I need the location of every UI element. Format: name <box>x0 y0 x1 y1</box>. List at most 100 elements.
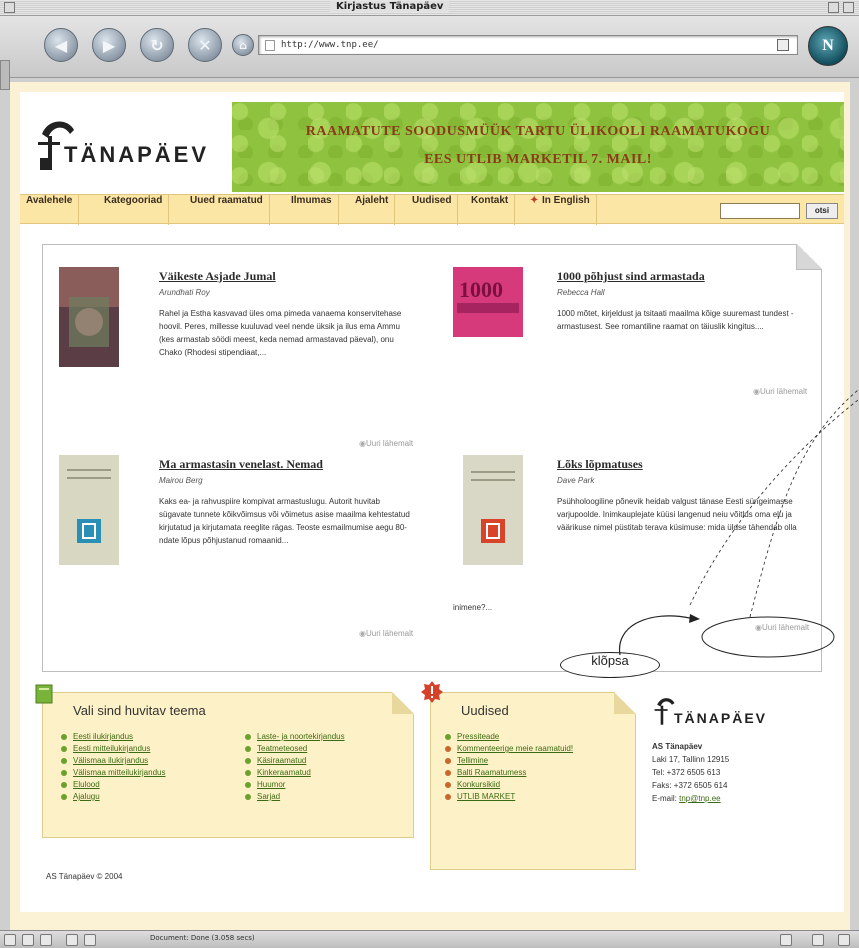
book-title-link[interactable]: Väikeste Asjade Jumal <box>159 269 414 284</box>
theme-link[interactable]: Välismaa ilukirjandus <box>61 755 165 767</box>
theme-link[interactable]: Elulood <box>61 779 165 791</box>
site-logo[interactable]: TÄNAPÄEV <box>34 112 234 182</box>
theme-link[interactable]: Välismaa mitteilukirjandus <box>61 767 165 779</box>
sidebar-tab[interactable] <box>0 60 10 90</box>
offline-icon[interactable] <box>780 934 792 946</box>
themes-title: Vali sind huvitav teema <box>73 703 206 718</box>
menu-item-ilmumas[interactable]: Ilmumas <box>285 195 339 225</box>
click-callout: klõpsa <box>560 652 660 678</box>
theme-link[interactable]: Kinkeraamatud <box>245 767 345 779</box>
alert-badge-icon <box>421 681 443 703</box>
email-link[interactable]: tnp@tnp.ee <box>679 794 720 803</box>
book-title-link[interactable]: 1000 põhjust sind armastada <box>557 269 812 284</box>
promo-banner[interactable]: RAAMATUTE SOODUSMÜÜK TARTU ÜLIKOOLI RAAM… <box>232 102 844 192</box>
menu-item-kontakt[interactable]: Kontakt <box>465 195 516 225</box>
search-button[interactable]: otsi <box>806 203 838 219</box>
bullet-icon <box>61 782 67 788</box>
collapse-window-button[interactable] <box>843 2 854 13</box>
menu-item-in-english[interactable]: ✦ In English <box>524 195 597 225</box>
english-flag-icon: ✦ <box>530 195 539 206</box>
news-link[interactable]: Pressiteade <box>445 731 615 743</box>
home-button[interactable]: ⌂ <box>232 34 254 56</box>
site-header: TÄNAPÄEV RAAMATUTE SOODUSMÜÜK TARTU ÜLIK… <box>20 92 844 192</box>
theme-link[interactable]: Käsiraamatud <box>245 755 345 767</box>
close-window-button[interactable] <box>4 2 15 13</box>
forward-arrow-icon: ▶ <box>102 35 116 55</box>
menu-item-uudised[interactable]: Uudised <box>406 195 459 225</box>
folded-corner <box>392 692 414 714</box>
news-link[interactable]: Konkursikiid <box>445 779 615 791</box>
company-name: AS Tänapäev <box>652 742 703 751</box>
theme-link[interactable]: Teatmeteosed <box>245 743 345 755</box>
book-cover-image[interactable] <box>59 267 119 367</box>
mail-icon[interactable] <box>22 934 34 946</box>
theme-link[interactable]: Eesti mitteilukirjandus <box>61 743 165 755</box>
navigator-icon[interactable] <box>4 934 16 946</box>
reload-icon: ↻ <box>150 35 164 55</box>
menu-item-avalehele[interactable]: Avalehele <box>20 195 80 225</box>
bullet-icon <box>445 770 451 776</box>
zoom-window-button[interactable] <box>828 2 839 13</box>
resize-grip-icon[interactable] <box>838 934 850 946</box>
book-author: Arundhati Roy <box>159 288 210 297</box>
security-lock-icon[interactable] <box>812 934 824 946</box>
back-button[interactable]: ◀ <box>44 28 78 62</box>
read-more-link[interactable]: Uuri lähemalt <box>755 623 809 632</box>
bullet-icon <box>61 734 67 740</box>
menu-item-ajaleht[interactable]: Ajaleht <box>349 195 396 225</box>
email-label: E-mail: <box>652 794 677 803</box>
page-viewport: TÄNAPÄEV RAAMATUTE SOODUSMÜÜK TARTU ÜLIK… <box>10 82 850 930</box>
bullet-icon <box>445 794 451 800</box>
book-cover-image[interactable] <box>463 455 523 565</box>
book-title-link[interactable]: Ma armastasin venelast. Nemad <box>159 457 414 472</box>
bullet-icon <box>445 758 451 764</box>
bullet-icon <box>245 794 251 800</box>
news-link[interactable]: Balti Raamatumess <box>445 767 615 779</box>
bullet-icon <box>61 770 67 776</box>
book-description: 1000 mõtet, kirjeldust ja tsitaati maail… <box>557 309 794 331</box>
go-icon[interactable] <box>777 39 789 51</box>
search-input[interactable] <box>720 203 800 219</box>
logo-text: TÄNAPÄEV <box>64 142 210 167</box>
book-title-link[interactable]: Lõks lõpmatuses <box>557 457 812 472</box>
menu-item-uued-raamatud[interactable]: Uued raamatud <box>184 195 270 225</box>
book-description: Kaks ea- ja rahvuspiire kompivat armastu… <box>159 497 410 545</box>
news-link[interactable]: Tellimine <box>445 755 615 767</box>
book-cover-image[interactable] <box>59 455 119 565</box>
reload-button[interactable]: ↻ <box>140 28 174 62</box>
bullet-icon <box>245 734 251 740</box>
window-title: Kirjastus Tänapäev <box>330 1 450 12</box>
bullet-icon <box>61 794 67 800</box>
read-more-link[interactable]: Uuri lähemalt <box>753 387 807 396</box>
news-box: Uudised Pressiteade Kommenteerige meie r… <box>421 681 636 870</box>
news-list: Pressiteade Kommenteerige meie raamatuid… <box>445 731 615 803</box>
theme-link[interactable]: Ajalugu <box>61 791 165 803</box>
back-arrow-icon: ◀ <box>54 35 68 55</box>
contact-logo-text: TÄNAPÄEV <box>674 710 768 726</box>
read-more-link[interactable]: Uuri lähemalt <box>359 629 413 638</box>
stop-button[interactable]: ✕ <box>188 28 222 62</box>
composer-icon[interactable] <box>40 934 52 946</box>
theme-link[interactable]: Huumor <box>245 779 345 791</box>
news-title: Uudised <box>461 703 509 718</box>
book-card: 1000 1000 põhjust sind armastada Rebecca… <box>453 267 813 437</box>
news-link[interactable]: Kommenteerige meie raamatuid! <box>445 743 615 755</box>
folded-corner <box>614 692 636 714</box>
book-author: Dave Park <box>557 476 595 485</box>
read-more-link[interactable]: Uuri lähemalt <box>359 439 413 448</box>
netscape-throbber-icon[interactable]: N <box>808 26 848 66</box>
address-book-icon[interactable] <box>66 934 78 946</box>
home-icon: ⌂ <box>239 38 247 52</box>
address-bar[interactable]: http://www.tnp.ee/ <box>258 35 798 55</box>
theme-link[interactable]: Sarjad <box>245 791 345 803</box>
theme-link[interactable]: Eesti ilukirjandus <box>61 731 165 743</box>
contact-block: TÄNAPÄEV AS Tänapäev Laki 17, Tallinn 12… <box>652 692 842 805</box>
book-description: Rahel ja Estha kasvavad üles oma pimeda … <box>159 309 402 357</box>
theme-link[interactable]: Laste- ja noortekirjandus <box>245 731 345 743</box>
menu-item-kategooriad[interactable]: Kategooriad <box>98 195 170 225</box>
forward-button[interactable]: ▶ <box>92 28 126 62</box>
news-link[interactable]: UTLIB MARKET <box>445 791 615 803</box>
address-url: http://www.tnp.ee/ <box>281 40 379 50</box>
book-badge-icon <box>35 684 53 704</box>
book-card: Ma armastasin venelast. Nemad Mairou Ber… <box>59 455 419 655</box>
